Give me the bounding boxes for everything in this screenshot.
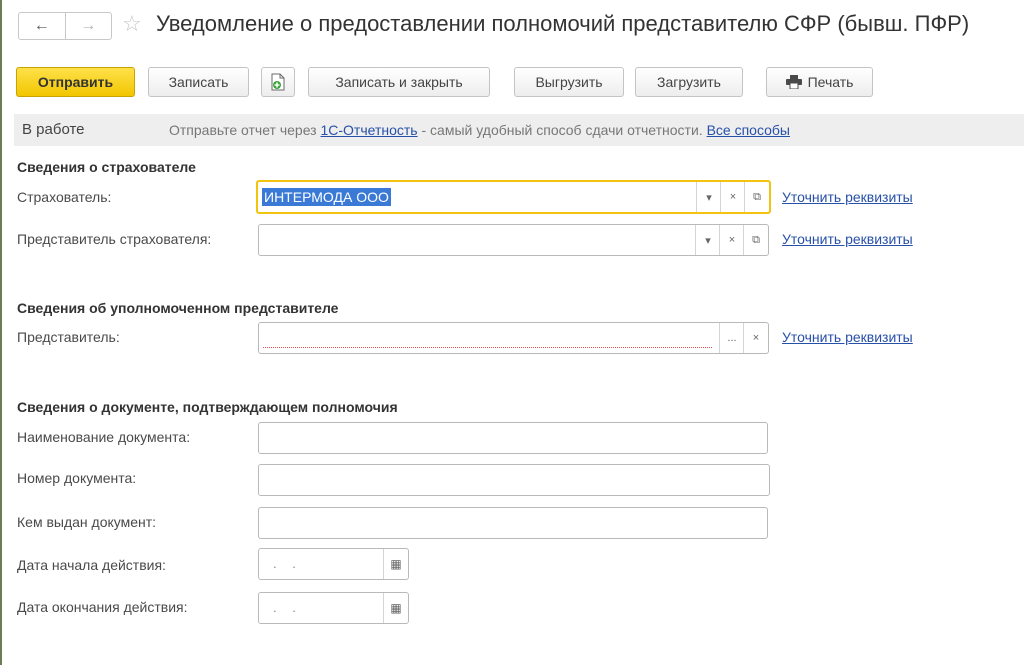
printer-icon [785, 75, 802, 89]
print-button[interactable]: Печать [766, 67, 873, 97]
calendar-icon: ▦ [390, 601, 402, 615]
insurer-representative-field[interactable]: ▾ × ⧉ [258, 224, 769, 256]
representative-clarify-link[interactable]: Уточнить реквизиты [782, 329, 913, 345]
arrow-right-icon: → [80, 17, 97, 34]
status-message: Отправьте отчет через 1С-Отчетность - са… [169, 122, 790, 138]
end-date-calendar-button[interactable]: ▦ [383, 593, 408, 623]
representative-clear-button[interactable]: × [719, 225, 744, 255]
export-button[interactable]: Выгрузить [514, 67, 624, 97]
start-date-input[interactable]: . . ▦ [258, 548, 409, 580]
representative-dropdown-button[interactable]: ▾ [695, 225, 720, 255]
clear-icon: × [729, 191, 737, 203]
clear-icon: × [728, 234, 736, 246]
clear-icon: × [752, 332, 760, 344]
representative-field[interactable]: ... × [258, 322, 769, 354]
arrow-left-icon: ← [33, 17, 50, 34]
insurer-open-button[interactable]: ⧉ [744, 182, 769, 212]
copy-document-icon [271, 73, 285, 91]
document-section-title: Сведения о документе, подтверждающем пол… [17, 399, 398, 415]
required-field-underline [263, 347, 712, 348]
representative-label: Представитель: [17, 329, 120, 345]
document-name-label: Наименование документа: [17, 429, 191, 445]
document-issuer-label: Кем выдан документ: [17, 514, 157, 530]
favorite-star-icon[interactable]: ☆ [122, 11, 142, 37]
representative-select-button[interactable]: ... [719, 323, 744, 353]
document-number-input[interactable] [258, 464, 770, 496]
insurer-section-title: Сведения о страхователе [17, 159, 196, 175]
document-number-label: Номер документа: [17, 470, 137, 486]
back-button[interactable]: ← [19, 13, 65, 39]
chevron-down-icon: ▾ [706, 191, 712, 204]
insurer-representative-label: Представитель страхователя: [17, 231, 212, 247]
insurer-representative-clarify-link[interactable]: Уточнить реквизиты [782, 231, 913, 247]
insurer-clarify-link[interactable]: Уточнить реквизиты [782, 189, 913, 205]
document-status: В работе [22, 121, 85, 138]
insurer-label: Страхователь: [17, 189, 112, 205]
authorized-representative-section-title: Сведения об уполномоченном представителе [17, 300, 339, 316]
save-button[interactable]: Записать [148, 67, 249, 97]
status-message-suffix: - самый удобный способ сдачи отчетности. [417, 122, 707, 138]
all-methods-link[interactable]: Все способы [707, 122, 790, 138]
page-title: Уведомление о предоставлении полномочий … [156, 11, 970, 36]
insurer-dropdown-button[interactable]: ▾ [696, 182, 721, 212]
print-button-label: Печать [807, 74, 854, 90]
start-date-calendar-button[interactable]: ▦ [383, 549, 408, 579]
copy-document-button[interactable] [261, 67, 295, 97]
insurer-field[interactable]: ИНТЕРМОДА ООО ▾ × ⧉ [256, 180, 771, 214]
ellipsis-icon: ... [727, 332, 737, 344]
chevron-down-icon: ▾ [705, 234, 711, 247]
status-message-prefix: Отправьте отчет через [169, 122, 321, 138]
start-date-value: . . [273, 556, 302, 571]
representative-clear-button-2[interactable]: × [743, 323, 768, 353]
end-date-value: . . [273, 600, 302, 615]
window-left-edge [0, 0, 2, 665]
save-and-close-button[interactable]: Записать и закрыть [308, 67, 490, 97]
start-date-label: Дата начала действия: [17, 557, 166, 573]
calendar-icon: ▦ [390, 557, 402, 571]
end-date-input[interactable]: . . ▦ [258, 592, 409, 624]
send-button[interactable]: Отправить [16, 67, 135, 97]
forward-button[interactable]: → [66, 13, 112, 39]
end-date-label: Дата окончания действия: [17, 599, 188, 615]
import-button[interactable]: Загрузить [635, 67, 743, 97]
status-bar: В работе Отправьте отчет через 1С-Отчетн… [14, 114, 1024, 146]
document-issuer-input[interactable] [258, 507, 768, 539]
1c-reporting-link[interactable]: 1С-Отчетность [320, 122, 417, 138]
insurer-value: ИНТЕРМОДА ООО [262, 188, 391, 206]
navigation-buttons: ← → [18, 12, 112, 40]
insurer-clear-button[interactable]: × [720, 182, 745, 212]
open-form-icon: ⧉ [752, 233, 760, 246]
document-name-input[interactable] [258, 422, 768, 454]
representative-open-button[interactable]: ⧉ [743, 225, 768, 255]
open-form-icon: ⧉ [753, 190, 761, 203]
